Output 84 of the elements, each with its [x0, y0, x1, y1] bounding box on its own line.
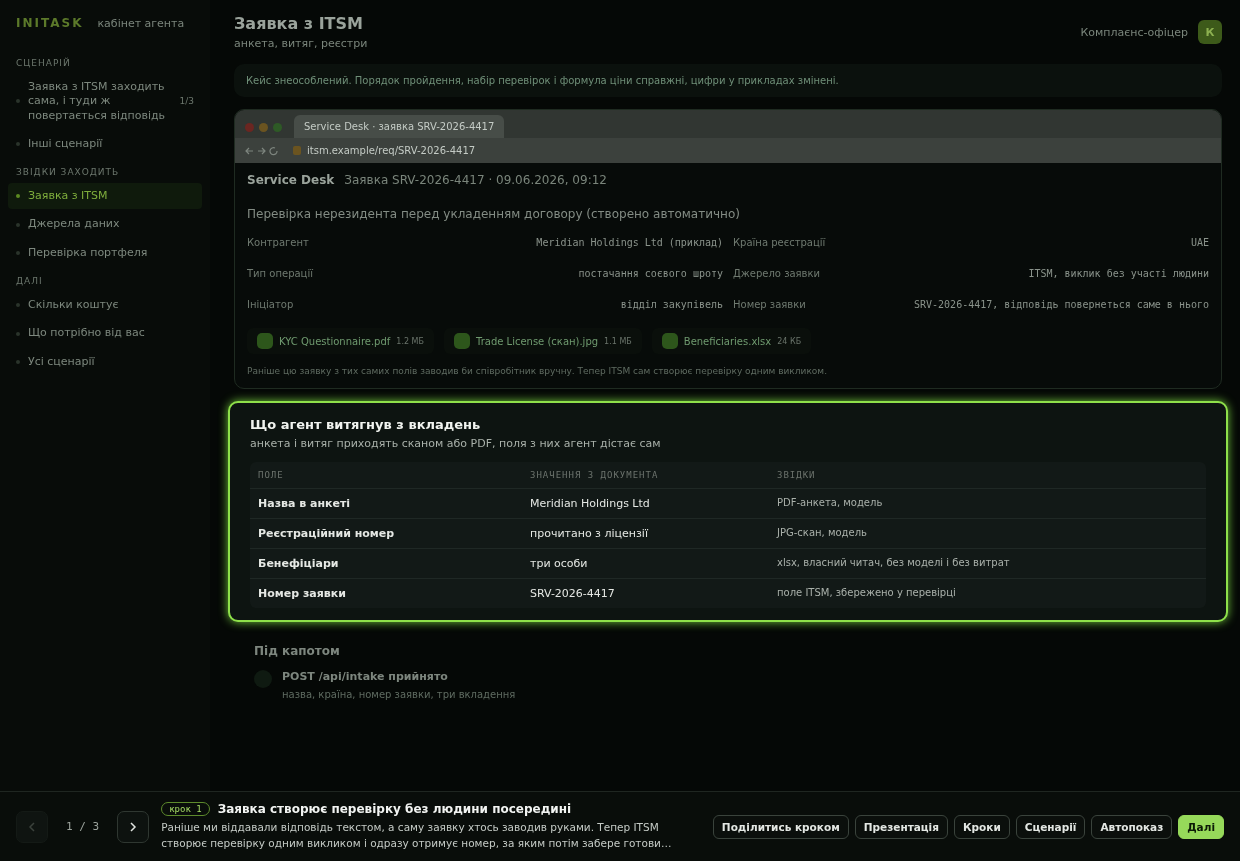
ticket-meta: Заявка SRV-2026-4417 · 09.06.2026, 09:12 — [344, 173, 607, 187]
logo: INITASK — [16, 16, 84, 30]
sidebar-item[interactable]: Інші сценарії — [8, 130, 202, 158]
sidebar-item[interactable]: Скільки коштує — [8, 292, 202, 319]
table-cell-text: Номер заявки — [258, 586, 347, 602]
table-cell-text: три особи — [530, 556, 589, 572]
browser-tab[interactable]: Service Desk · заявка SRV-2026-4417 — [294, 115, 505, 138]
section-heading: ЗВІДКИ ЗАХОДИТЬ — [15, 166, 121, 180]
section-heading: ДАЛІ — [15, 275, 44, 289]
table-cell-text: xlsx, власний читач, без моделі і без витрат — [777, 556, 1011, 570]
field-value: відділ закупівель — [620, 299, 723, 310]
sidebar-item[interactable]: Що потрібно від вас — [8, 320, 202, 347]
column-header: ЗВІДКИ — [777, 469, 817, 482]
step-detail: назва, країна, номер заявки, три вкладення — [282, 689, 516, 700]
step-title: POST /api/intake прийнято — [282, 670, 449, 683]
bullet-icon — [16, 222, 20, 227]
table-cell-text: поле ITSM, збережено у перевірці — [777, 586, 957, 600]
ticket-footnote: Раніше цю заявку з тих самих полів заводив би співробітник вручну. Тепер ITSM сам створює перевірку одним викликом. — [247, 366, 828, 376]
address-bar[interactable]: itsm.example/req/SRV-2026-4417 — [293, 145, 476, 156]
table-cell-text: Meridian Holdings Ltd — [530, 496, 651, 512]
app-title: Service Desk — [247, 173, 335, 187]
page-title: Заявка з ITSM — [234, 14, 364, 33]
sidebar-item[interactable]: Усі сценарії — [8, 348, 202, 375]
field-label: Країна реєстрації — [733, 237, 826, 248]
sidebar-item[interactable]: Джерела даних — [8, 211, 202, 238]
file-icon — [257, 333, 273, 349]
sidebar-item[interactable]: Заявка з ITSM — [8, 183, 202, 210]
table-cell-text: PDF-анкета, модель — [777, 496, 884, 510]
user-role: Комплаєнс-офіцер — [1080, 25, 1188, 39]
file-icon — [661, 333, 678, 349]
field-value: UAE — [1190, 237, 1209, 248]
footer-button[interactable]: Поділитись кроком — [712, 814, 849, 839]
sidebar-subtitle: кабінет агента — [97, 16, 185, 30]
sidebar-item[interactable]: Перевірка портфеля — [8, 239, 202, 267]
footer-button[interactable]: Кроки — [953, 814, 1010, 839]
attachment-chip[interactable]: Trade License (скан).jpg 1.1 МБ — [444, 328, 642, 354]
field-value: Meridian Holdings Ltd (приклад) — [536, 237, 723, 248]
section-heading: СЦЕНАРІЙ — [15, 56, 72, 70]
table-cell-text: Бенефіціари — [258, 556, 340, 572]
section-title: Під капотом — [254, 644, 341, 658]
step-title: Заявка створює перевірку без людини посередині — [217, 802, 572, 817]
field-label: Ініціатор — [247, 299, 294, 310]
bullet-icon — [16, 250, 20, 255]
file-icon — [454, 333, 470, 349]
field-value: постачання соєвого шроту — [578, 268, 723, 279]
window-controls-icon — [245, 122, 282, 132]
step-description: Раніше ми віддавали відповідь текстом, а саму заявку хтось заводив руками. Тепер ITSM створює перевірку одним викликом і одразу отримує номер, за яким потім забере готови… — [161, 820, 673, 851]
field-label: Тип операції — [247, 268, 313, 279]
table-cell-text: Назва в анкеті — [258, 496, 352, 512]
item-count: 1/3 — [179, 96, 194, 107]
card-title: Що агент витягнув з вкладень — [250, 417, 482, 432]
navigation-arrows-icon — [245, 145, 279, 156]
notice-banner: Кейс знеособлений. Порядок пройдення, набір перевірок і формула ціни справжні, цифри у прикладах змінені. — [234, 64, 1222, 97]
attachment-chip[interactable]: Beneficiaries.xlsx 24 КБ — [651, 328, 812, 354]
ticket-subject: Перевірка нерезидента перед укладенням договору (створено автоматично) — [247, 207, 741, 221]
chevron-right-icon — [129, 821, 138, 832]
step-counter: 1 / 3 — [65, 820, 101, 833]
bullet-icon — [16, 99, 20, 104]
table-cell-text: Реєстраційний номер — [258, 526, 396, 542]
footer-button[interactable]: Сценарії — [1015, 814, 1086, 839]
table-cell-text: JPG-скан, модель — [777, 526, 868, 540]
next-button[interactable] — [117, 810, 150, 843]
bullet-icon — [16, 142, 20, 147]
footer-button[interactable]: Презентація — [854, 814, 948, 839]
bullet-icon — [16, 303, 20, 308]
footer-button[interactable]: Автопоказ — [1091, 814, 1173, 839]
field-label: Номер заявки — [733, 299, 806, 310]
footer-button[interactable]: Далі — [1178, 814, 1224, 839]
table-cell-text: прочитано з ліцензії — [530, 526, 649, 542]
page-subtitle: анкета, витяг, реєстри — [234, 37, 368, 50]
card-subtitle: анкета і витяг приходять сканом або PDF, поля з них агент дістає сам — [250, 437, 662, 450]
table-cell-text: SRV-2026-4417 — [530, 586, 616, 602]
column-header: ПОЛЕ — [258, 469, 285, 482]
bullet-icon — [16, 331, 20, 336]
attachment-chip[interactable]: KYC Questionnaire.pdf 1.2 МБ — [247, 328, 434, 354]
field-label: Джерело заявки — [733, 268, 821, 279]
bullet-icon — [16, 359, 20, 364]
field-label: Контрагент — [247, 237, 309, 248]
bullet-icon — [16, 194, 20, 199]
column-header: ЗНАЧЕННЯ З ДОКУМЕНТА — [530, 469, 660, 482]
field-value: SRV-2026-4417, відповідь повернеться саме в нього — [914, 299, 1209, 310]
chevron-left-icon — [28, 821, 36, 832]
sidebar-item[interactable]: Заявка з ITSM заходить сама, і туди ж повертається відповідь 1/3 — [8, 74, 202, 129]
field-value: ITSM, виклик без участі людини — [1028, 268, 1209, 279]
